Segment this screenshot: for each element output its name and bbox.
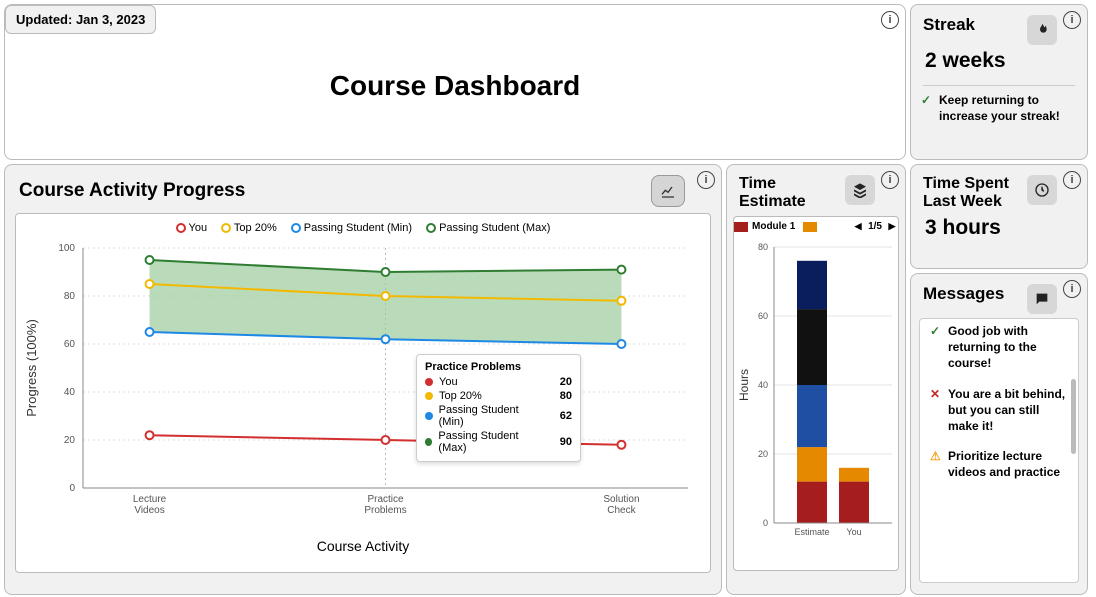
svg-text:Problems: Problems xyxy=(364,505,406,516)
svg-text:You: You xyxy=(846,527,861,537)
svg-text:Practice: Practice xyxy=(367,494,404,505)
time-estimate-chart: Module 1 ◀ 1/5 ▶ 0 20 40 60 80 Estimate You Hou… xyxy=(733,216,899,571)
svg-text:Progress (100%): Progress (100%) xyxy=(24,319,39,417)
messages-panel: i Messages ✓Good job with returning to t… xyxy=(910,273,1088,595)
svg-text:Hours: Hours xyxy=(737,369,751,401)
time-spent-value: 3 hours xyxy=(911,216,1087,250)
layers-icon xyxy=(845,175,875,205)
info-icon[interactable]: i xyxy=(1063,171,1081,189)
svg-text:100: 100 xyxy=(58,243,75,254)
dashboard-header: i Updated: Jan 3, 2023 Course Dashboard xyxy=(4,4,906,160)
svg-text:Lecture: Lecture xyxy=(133,494,167,505)
legend-label: Module 1 xyxy=(752,221,795,232)
svg-text:40: 40 xyxy=(64,387,76,398)
svg-text:Check: Check xyxy=(607,505,636,516)
tooltip-title: Practice Problems xyxy=(425,361,572,375)
svg-text:Solution: Solution xyxy=(603,494,639,505)
activity-chart: You Top 20% Passing Student (Min) Passin… xyxy=(15,213,711,573)
next-page-button[interactable]: ▶ xyxy=(886,221,898,233)
streak-panel: i Streak 2 weeks ✓ Keep returning to inc… xyxy=(910,4,1088,160)
svg-text:Videos: Videos xyxy=(134,505,164,516)
message-item: ✓Good job with returning to the course! xyxy=(920,319,1078,372)
svg-text:60: 60 xyxy=(758,311,768,321)
clock-icon xyxy=(1027,175,1057,205)
svg-text:80: 80 xyxy=(64,291,76,302)
time-estimate-panel: i Time Estimate Module 1 ◀ 1/5 ▶ 0 20 40 60… xyxy=(726,164,906,595)
updated-tag: Updated: Jan 3, 2023 xyxy=(5,5,156,34)
svg-text:0: 0 xyxy=(763,518,768,528)
svg-text:60: 60 xyxy=(64,339,76,350)
swatch-module2 xyxy=(803,222,817,232)
streak-value: 2 weeks xyxy=(911,49,1087,83)
swatch-module1 xyxy=(734,222,748,232)
activity-title: Course Activity Progress xyxy=(19,180,245,202)
message-item: ⚠Prioritize lecture videos and practice xyxy=(920,444,1078,480)
message-item: ✕You are a bit behind, but you can still… xyxy=(920,382,1078,435)
divider xyxy=(923,85,1075,86)
prev-page-button[interactable]: ◀ xyxy=(852,221,864,233)
time-spent-title: Time Spent Last Week xyxy=(923,175,1023,212)
svg-text:40: 40 xyxy=(758,380,768,390)
activity-legend: You Top 20% Passing Student (Min) Passin… xyxy=(16,214,710,238)
streak-title: Streak xyxy=(923,15,975,35)
activity-tooltip: Practice Problems You20 Top 20%80 Passin… xyxy=(416,354,581,462)
activity-panel: i Course Activity Progress You Top 20% P… xyxy=(4,164,722,595)
scrollbar-thumb[interactable] xyxy=(1071,379,1076,454)
info-icon[interactable]: i xyxy=(697,171,715,189)
svg-text:20: 20 xyxy=(64,435,76,446)
svg-text:Estimate: Estimate xyxy=(794,527,829,537)
chat-icon xyxy=(1027,284,1057,314)
time-spent-panel: i Time Spent Last Week 3 hours xyxy=(910,164,1088,269)
chart-type-button[interactable] xyxy=(651,175,685,207)
time-estimate-title: Time Estimate xyxy=(739,175,809,212)
page-indicator: 1/5 xyxy=(868,221,882,232)
messages-list: ✓Good job with returning to the course! … xyxy=(919,318,1079,583)
info-icon[interactable]: i xyxy=(881,171,899,189)
svg-text:0: 0 xyxy=(69,483,75,494)
streak-tip: ✓ Keep returning to increase your streak… xyxy=(911,88,1087,124)
messages-title: Messages xyxy=(923,284,1004,304)
info-icon[interactable]: i xyxy=(881,11,899,29)
info-icon[interactable]: i xyxy=(1063,280,1081,298)
svg-text:80: 80 xyxy=(758,242,768,252)
flame-icon xyxy=(1027,15,1057,45)
page-title: Course Dashboard xyxy=(5,70,905,102)
activity-xlabel: Course Activity xyxy=(16,538,710,560)
svg-text:20: 20 xyxy=(758,449,768,459)
info-icon[interactable]: i xyxy=(1063,11,1081,29)
